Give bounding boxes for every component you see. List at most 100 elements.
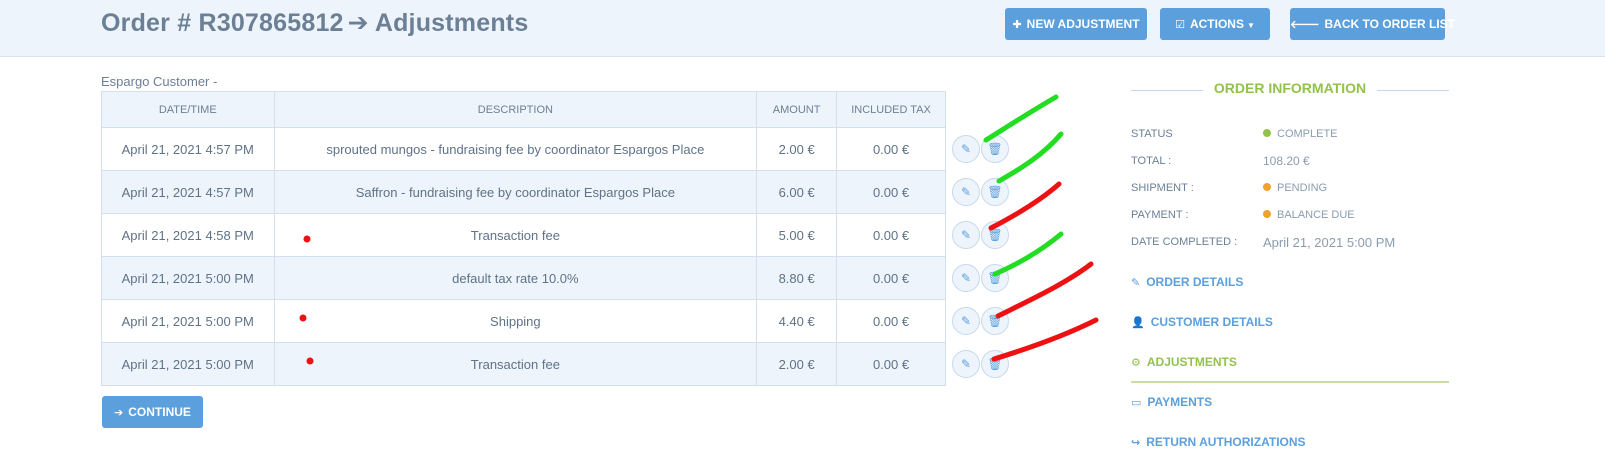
credit-card-icon: ▭ bbox=[1131, 397, 1142, 409]
continue-button[interactable]: ➔ CONTINUE bbox=[102, 396, 203, 428]
shipment-badge: PENDING bbox=[1263, 182, 1327, 194]
back-to-order-list-button[interactable]: 🡐 BACK TO ORDER LIST bbox=[1290, 8, 1455, 40]
status-value: COMPLETE bbox=[1277, 128, 1338, 140]
payment-value: BALANCE DUE bbox=[1277, 209, 1355, 221]
actions-label: ACTIONS bbox=[1189, 17, 1244, 31]
row-description: Transaction fee bbox=[273, 342, 758, 386]
actions-dropdown-button[interactable]: ☑ ACTIONS ▼ bbox=[1160, 8, 1270, 40]
row-included-tax: 0.00 € bbox=[836, 342, 946, 386]
sidebar-title-wrap: ORDER INFORMATION bbox=[1131, 80, 1449, 100]
column-header-datetime: DATE/TIME bbox=[101, 91, 275, 128]
status-dot-icon bbox=[1263, 129, 1271, 138]
trash-icon[interactable]: 🗑 bbox=[980, 178, 1009, 206]
table-row: April 21, 2021 5:00 PM default tax rate … bbox=[101, 256, 1011, 300]
row-included-tax: 0.00 € bbox=[836, 256, 946, 300]
row-datetime: April 21, 2021 4:57 PM bbox=[101, 170, 275, 214]
date-completed-value: April 21, 2021 5:00 PM bbox=[1263, 235, 1396, 250]
back-to-order-list-label: BACK TO ORDER LIST bbox=[1324, 17, 1455, 31]
row-datetime: April 21, 2021 4:58 PM bbox=[101, 213, 275, 257]
section-title: Adjustments bbox=[374, 9, 529, 37]
row-actions: ✎ 🗑 bbox=[945, 342, 1011, 386]
plus-icon: ✚ bbox=[1012, 19, 1022, 31]
row-datetime: April 21, 2021 5:00 PM bbox=[101, 256, 275, 300]
total-label: TOTAL : bbox=[1131, 155, 1172, 167]
user-icon: 👤 bbox=[1131, 317, 1145, 329]
share-icon: ↪ bbox=[1131, 437, 1141, 449]
row-description: Saffron - fundraising fee by coordinator… bbox=[273, 170, 758, 214]
date-completed-label: DATE COMPLETED : bbox=[1131, 236, 1238, 248]
check-square-icon: ☑ bbox=[1175, 19, 1185, 31]
page-title: Order # R307865812 ➔ Adjustments bbox=[101, 8, 528, 38]
sidebar-title-text: ORDER INFORMATION bbox=[1203, 80, 1377, 96]
edit-icon[interactable]: ✎ bbox=[951, 307, 980, 335]
row-actions: ✎ 🗑 bbox=[945, 256, 1011, 300]
trash-icon[interactable]: 🗑 bbox=[980, 264, 1009, 292]
trash-icon[interactable]: 🗑 bbox=[980, 350, 1009, 378]
total-value: 108.20 € bbox=[1263, 154, 1310, 168]
payment-label: PAYMENT : bbox=[1131, 209, 1189, 221]
edit-icon[interactable]: ✎ bbox=[951, 135, 980, 163]
payment-badge: BALANCE DUE bbox=[1263, 209, 1355, 221]
arrow-right-icon: ➔ bbox=[347, 9, 369, 37]
continue-label: CONTINUE bbox=[128, 405, 191, 419]
row-actions: ✎ 🗑 bbox=[945, 213, 1011, 257]
table-header-row: DATE/TIME DESCRIPTION AMOUNT INCLUDED TA… bbox=[101, 91, 1011, 128]
trash-icon[interactable]: 🗑 bbox=[980, 221, 1009, 249]
status-badge: COMPLETE bbox=[1263, 128, 1338, 140]
row-amount: 2.00 € bbox=[756, 127, 838, 171]
trash-icon[interactable]: 🗑 bbox=[980, 307, 1009, 335]
row-amount: 8.80 € bbox=[756, 256, 838, 300]
payments-label: PAYMENTS bbox=[1147, 395, 1213, 409]
row-actions: ✎ 🗑 bbox=[945, 170, 1011, 214]
cogs-icon: ⚙ bbox=[1131, 357, 1141, 369]
page-header: Order # R307865812 ➔ Adjustments ✚ NEW ADJU… bbox=[0, 0, 1605, 57]
adjustments-table: DATE/TIME DESCRIPTION AMOUNT INCLUDED TA… bbox=[101, 91, 1011, 386]
edit-icon[interactable]: ✎ bbox=[951, 264, 980, 292]
arrow-left-icon: 🡐 bbox=[1290, 19, 1320, 31]
table-row: April 21, 2021 4:57 PM sprouted mungos -… bbox=[101, 127, 1011, 171]
table-row: April 21, 2021 4:58 PM Transaction fee 5… bbox=[101, 213, 1011, 257]
row-datetime: April 21, 2021 5:00 PM bbox=[101, 342, 275, 386]
shipment-value: PENDING bbox=[1277, 182, 1328, 194]
row-description: Transaction fee bbox=[273, 213, 758, 257]
edit-icon[interactable]: ✎ bbox=[951, 350, 980, 378]
column-header-actions bbox=[945, 91, 1011, 128]
new-adjustment-label: NEW ADJUSTMENT bbox=[1026, 17, 1140, 31]
customer-details-link[interactable]: 👤 CUSTOMER DETAILS bbox=[1131, 315, 1273, 329]
customer-details-label: CUSTOMER DETAILS bbox=[1150, 315, 1273, 329]
adjustments-link[interactable]: ⚙ ADJUSTMENTS bbox=[1131, 355, 1237, 369]
trash-icon[interactable]: 🗑 bbox=[980, 135, 1009, 163]
return-authorizations-link[interactable]: ↪ RETURN AUTHORIZATIONS bbox=[1131, 435, 1306, 449]
new-adjustment-button[interactable]: ✚ NEW ADJUSTMENT bbox=[1005, 8, 1147, 40]
adjustments-label: ADJUSTMENTS bbox=[1146, 355, 1237, 369]
table-row: April 21, 2021 4:57 PM Saffron - fundrai… bbox=[101, 170, 1011, 214]
row-actions: ✎ 🗑 bbox=[945, 127, 1011, 171]
row-description: default tax rate 10.0% bbox=[273, 256, 758, 300]
order-details-link[interactable]: ✎ ORDER DETAILS bbox=[1131, 275, 1243, 289]
table-row: April 21, 2021 5:00 PM Shipping 4.40 € 0… bbox=[101, 299, 1011, 343]
shipment-dot-icon bbox=[1263, 183, 1271, 192]
edit-icon: ✎ bbox=[1131, 277, 1141, 289]
status-label: STATUS bbox=[1131, 128, 1173, 140]
red-cross-mark bbox=[995, 261, 1094, 319]
edit-icon[interactable]: ✎ bbox=[951, 221, 980, 249]
row-included-tax: 0.00 € bbox=[836, 213, 946, 257]
caret-down-icon: ▼ bbox=[1246, 21, 1255, 30]
row-datetime: April 21, 2021 4:57 PM bbox=[101, 127, 275, 171]
row-description: Shipping bbox=[273, 299, 758, 343]
row-amount: 6.00 € bbox=[756, 170, 838, 214]
row-datetime: April 21, 2021 5:00 PM bbox=[101, 299, 275, 343]
customer-name: Espargo Customer - bbox=[101, 74, 218, 89]
row-included-tax: 0.00 € bbox=[836, 127, 946, 171]
column-header-amount: AMOUNT bbox=[756, 91, 838, 128]
payment-dot-icon bbox=[1263, 210, 1271, 219]
row-amount: 5.00 € bbox=[756, 213, 838, 257]
payments-link[interactable]: ▭ PAYMENTS bbox=[1131, 395, 1212, 409]
edit-icon[interactable]: ✎ bbox=[951, 178, 980, 206]
row-included-tax: 0.00 € bbox=[836, 170, 946, 214]
shipment-label: SHIPMENT : bbox=[1131, 182, 1194, 194]
row-actions: ✎ 🗑 bbox=[945, 299, 1011, 343]
row-description: sprouted mungos - fundraising fee by coo… bbox=[273, 127, 758, 171]
return-authorizations-label: RETURN AUTHORIZATIONS bbox=[1146, 435, 1306, 449]
row-amount: 2.00 € bbox=[756, 342, 838, 386]
